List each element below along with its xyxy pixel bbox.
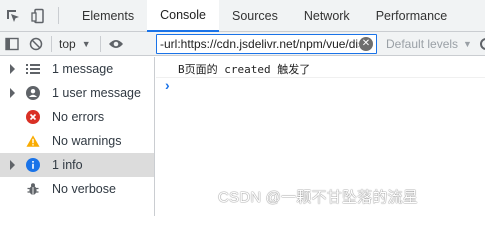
log-levels-dropdown[interactable]: Default levels ▼ <box>380 32 472 56</box>
toolbar-separator <box>99 35 101 52</box>
list-icon <box>26 62 40 76</box>
sidebar-item-label: No errors <box>52 110 105 124</box>
sidebar-item-label: 1 info <box>52 158 83 172</box>
expand-arrow-icon[interactable] <box>10 64 15 74</box>
sidebar-toggle-icon[interactable] <box>0 32 24 56</box>
sidebar-item-info[interactable]: 1 info <box>0 153 154 177</box>
sidebar-item-warnings[interactable]: No warnings <box>0 129 154 153</box>
bug-icon <box>26 182 40 196</box>
filter-input-text[interactable]: -url:https://cdn.jsdelivr.net/npm/vue/di… <box>157 37 359 51</box>
watermark: CSDN @一颗不甘坠落的流星 <box>218 189 418 206</box>
sidebar-item-user-messages[interactable]: 1 user message <box>0 81 154 105</box>
sidebar-item-messages[interactable]: 1 message <box>0 57 154 81</box>
expand-arrow-icon[interactable] <box>10 88 15 98</box>
clear-console-icon[interactable] <box>24 32 48 56</box>
tab-sources[interactable]: Sources <box>219 0 291 31</box>
inspect-element-icon[interactable] <box>0 0 26 31</box>
filter-input[interactable]: -url:https://cdn.jsdelivr.net/npm/vue/di… <box>156 34 377 54</box>
tab-separator <box>58 7 59 24</box>
toolbar-separator <box>51 35 52 52</box>
console-log-row: B页面的 created 触发了 <box>156 57 485 78</box>
device-toolbar-icon[interactable] <box>26 0 52 31</box>
console-log-text: B页面的 created 触发了 <box>178 63 311 76</box>
sidebar-item-label: 1 user message <box>52 86 141 100</box>
sidebar-item-label: 1 message <box>52 62 114 76</box>
tab-console[interactable]: Console <box>147 0 219 32</box>
tab-network[interactable]: Network <box>291 0 363 31</box>
live-expression-eye-icon[interactable] <box>104 32 128 56</box>
console-sidebar: 1 message 1 user message No errors No wa… <box>0 57 155 216</box>
log-levels-label: Default levels <box>386 37 459 51</box>
sidebar-item-verbose[interactable]: No verbose <box>0 177 154 201</box>
sidebar-item-label: No warnings <box>52 134 122 148</box>
error-icon <box>26 110 40 124</box>
chevron-down-icon: ▼ <box>81 38 91 49</box>
user-icon <box>26 86 40 100</box>
console-prompt-icon[interactable]: › <box>165 77 170 93</box>
chevron-down-icon: ▼ <box>463 39 472 49</box>
warning-icon <box>26 134 40 148</box>
tab-performance[interactable]: Performance <box>363 0 461 31</box>
context-selector[interactable]: top ▼ <box>55 32 97 56</box>
sidebar-item-errors[interactable]: No errors <box>0 105 154 129</box>
tab-elements[interactable]: Elements <box>69 0 147 31</box>
sidebar-item-label: No verbose <box>52 182 116 196</box>
settings-gear-icon[interactable] <box>478 36 485 55</box>
clear-filter-icon[interactable]: ✕ <box>359 37 373 51</box>
context-label: top <box>59 36 76 51</box>
info-icon <box>26 158 40 172</box>
expand-arrow-icon[interactable] <box>10 160 15 170</box>
devtools-tab-bar: Elements Console Sources Network Perform… <box>0 0 485 32</box>
